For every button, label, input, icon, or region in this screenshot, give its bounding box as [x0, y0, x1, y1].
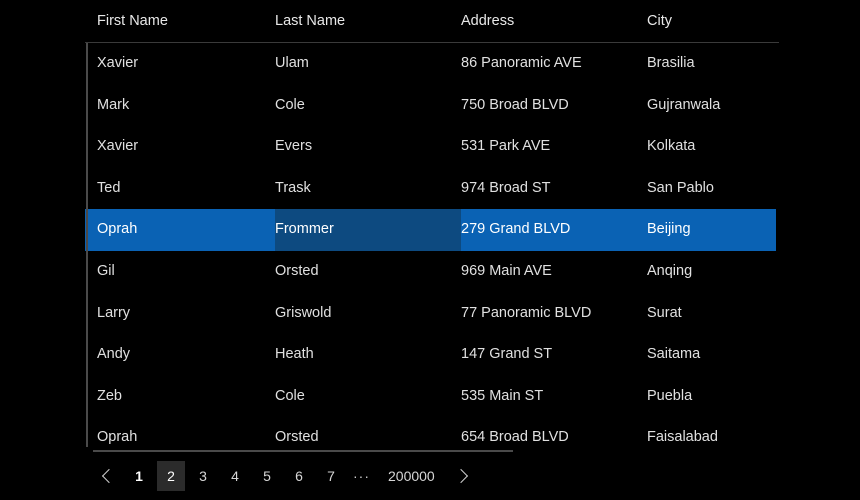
cell-address[interactable]: 969 Main AVE	[461, 251, 647, 293]
cell-city[interactable]: Kolkata	[647, 126, 777, 168]
page-button-2[interactable]: 2	[157, 461, 185, 491]
cell-first_name[interactable]: Oprah	[97, 417, 272, 459]
cell-city[interactable]: San Pablo	[647, 168, 777, 210]
cell-city[interactable]: Beijing	[647, 209, 777, 251]
previous-page-button[interactable]	[97, 461, 121, 491]
cell-address[interactable]: 77 Panoramic BLVD	[461, 293, 647, 335]
cell-last_name[interactable]: Orsted	[275, 251, 461, 293]
cell-first_name[interactable]: Xavier	[97, 126, 272, 168]
cell-address[interactable]: 535 Main ST	[461, 376, 647, 418]
table-row[interactable]: Ted Trask 974 Broad ST San Pablo	[85, 168, 776, 210]
cell-city[interactable]: Surat	[647, 293, 777, 335]
cell-first_name[interactable]: Larry	[97, 293, 272, 335]
table-row[interactable]: Zeb Cole 535 Main ST Puebla	[85, 376, 776, 418]
cell-address[interactable]: 279 Grand BLVD	[461, 209, 647, 251]
cell-first_name[interactable]: Oprah	[97, 209, 272, 251]
chevron-left-icon	[101, 468, 117, 484]
cell-address[interactable]: 147 Grand ST	[461, 334, 647, 376]
cell-city[interactable]: Anqing	[647, 251, 777, 293]
cell-first_name[interactable]: Zeb	[97, 376, 272, 418]
cell-address[interactable]: 654 Broad BLVD	[461, 417, 647, 459]
table-row[interactable]: Oprah Orsted 654 Broad BLVD Faisalabad	[85, 417, 776, 459]
cell-last_name[interactable]: Orsted	[275, 417, 461, 459]
table-row[interactable]: Andy Heath 147 Grand ST Saitama	[85, 334, 776, 376]
page-button-5[interactable]: 5	[253, 461, 281, 491]
page-button-6[interactable]: 6	[285, 461, 313, 491]
last-page-button[interactable]: 200000	[378, 461, 445, 491]
page-button-7[interactable]: 7	[317, 461, 345, 491]
cell-address[interactable]: 974 Broad ST	[461, 168, 647, 210]
cell-last_name[interactable]: Cole	[275, 376, 461, 418]
datagrid-page: First Name Last Name Address City Xavier…	[0, 0, 860, 500]
cell-city[interactable]: Saitama	[647, 334, 777, 376]
cell-address[interactable]: 750 Broad BLVD	[461, 85, 647, 127]
cell-first_name[interactable]: Gil	[97, 251, 272, 293]
pagination-control[interactable]: 1 2 3 4 5 6 7 ··· 200000	[95, 459, 475, 493]
table-row[interactable]: Xavier Evers 531 Park AVE Kolkata	[85, 126, 776, 168]
cell-last_name[interactable]: Evers	[275, 126, 461, 168]
page-button-3[interactable]: 3	[189, 461, 217, 491]
chevron-right-icon	[453, 468, 468, 484]
cell-last_name[interactable]: Heath	[275, 334, 461, 376]
column-header-city[interactable]: City	[647, 0, 777, 42]
cell-last_name[interactable]: Cole	[275, 85, 461, 127]
cell-first_name[interactable]: Ted	[97, 168, 272, 210]
cell-city[interactable]: Gujranwala	[647, 85, 777, 127]
table-row[interactable]: Mark Cole 750 Broad BLVD Gujranwala	[85, 85, 776, 127]
vertical-scrollbar[interactable]	[86, 43, 88, 447]
horizontal-scrollbar[interactable]	[93, 450, 513, 452]
table-row[interactable]: Gil Orsted 969 Main AVE Anqing	[85, 251, 776, 293]
grid-body[interactable]: Xavier Ulam 86 Panoramic AVE Brasilia Mark Co…	[85, 43, 780, 447]
data-grid[interactable]: First Name Last Name Address City Xavier…	[85, 0, 780, 460]
table-row[interactable]: Oprah Frommer 279 Grand BLVD Beijing	[85, 209, 776, 251]
cell-last_name[interactable]: Trask	[275, 168, 461, 210]
cell-first_name[interactable]: Andy	[97, 334, 272, 376]
cell-first_name[interactable]: Xavier	[97, 43, 272, 85]
cell-address[interactable]: 86 Panoramic AVE	[461, 43, 647, 85]
column-header-first-name[interactable]: First Name	[97, 0, 272, 42]
cell-first_name[interactable]: Mark	[97, 85, 272, 127]
page-button-4[interactable]: 4	[221, 461, 249, 491]
next-page-button[interactable]	[449, 461, 473, 491]
cell-city[interactable]: Brasilia	[647, 43, 777, 85]
cell-last_name[interactable]: Frommer	[275, 209, 461, 251]
grid-header-row: First Name Last Name Address City	[85, 0, 780, 43]
table-row[interactable]: Larry Griswold 77 Panoramic BLVD Surat	[85, 293, 776, 335]
cell-address[interactable]: 531 Park AVE	[461, 126, 647, 168]
page-button-1[interactable]: 1	[125, 461, 153, 491]
cell-last_name[interactable]: Ulam	[275, 43, 461, 85]
cell-last_name[interactable]: Griswold	[275, 293, 461, 335]
cell-city[interactable]: Faisalabad	[647, 417, 777, 459]
pagination-ellipsis[interactable]: ···	[349, 461, 374, 491]
cell-city[interactable]: Puebla	[647, 376, 777, 418]
column-header-address[interactable]: Address	[461, 0, 647, 42]
table-row[interactable]: Xavier Ulam 86 Panoramic AVE Brasilia	[85, 43, 776, 85]
column-header-last-name[interactable]: Last Name	[275, 0, 461, 42]
